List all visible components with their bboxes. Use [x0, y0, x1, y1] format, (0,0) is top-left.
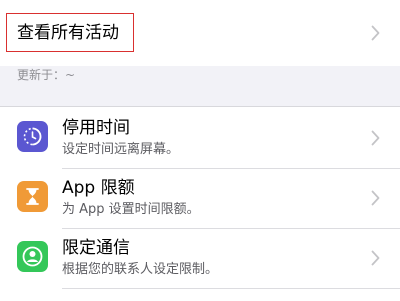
chevron-right-icon	[371, 25, 380, 41]
settings-row-label: 限定通信	[62, 238, 130, 258]
section-gap	[0, 90, 400, 106]
contact-icon	[17, 241, 48, 272]
settings-row-communication-limits[interactable]: 限定通信 根据您的联系人设定限制。	[0, 229, 400, 289]
settings-row-label: 停用时间	[62, 118, 130, 138]
chevron-right-icon	[371, 130, 380, 146]
settings-row-subtitle: 为 App 设置时间限额。	[62, 202, 200, 217]
downtime-icon	[17, 121, 48, 152]
hourglass-icon	[17, 181, 48, 212]
see-all-activity-label: 查看所有活动	[17, 23, 119, 43]
updated-time: 更新于：~	[17, 67, 75, 83]
settings-row-subtitle: 根据您的联系人设定限制。	[62, 262, 219, 277]
settings-row-downtime[interactable]: 停用时间 设定时间远离屏幕。	[0, 109, 400, 169]
see-all-activity-row[interactable]: 查看所有活动	[0, 0, 400, 66]
settings-row-subtitle: 设定时间远离屏幕。	[62, 142, 180, 157]
chevron-right-icon	[371, 190, 380, 206]
updated-value: ~	[65, 68, 76, 82]
settings-row-label: App 限额	[62, 178, 135, 198]
chevron-right-icon	[371, 250, 380, 266]
settings-row-app-limits[interactable]: App 限额 为 App 设置时间限额。	[0, 169, 400, 229]
updated-label: 更新于：	[17, 68, 66, 82]
row-separator	[62, 288, 400, 289]
screen-time-settings-list: 停用时间 设定时间远离屏幕。 App 限额 为 App 设置时间限额。 限定通信…	[0, 106, 400, 301]
